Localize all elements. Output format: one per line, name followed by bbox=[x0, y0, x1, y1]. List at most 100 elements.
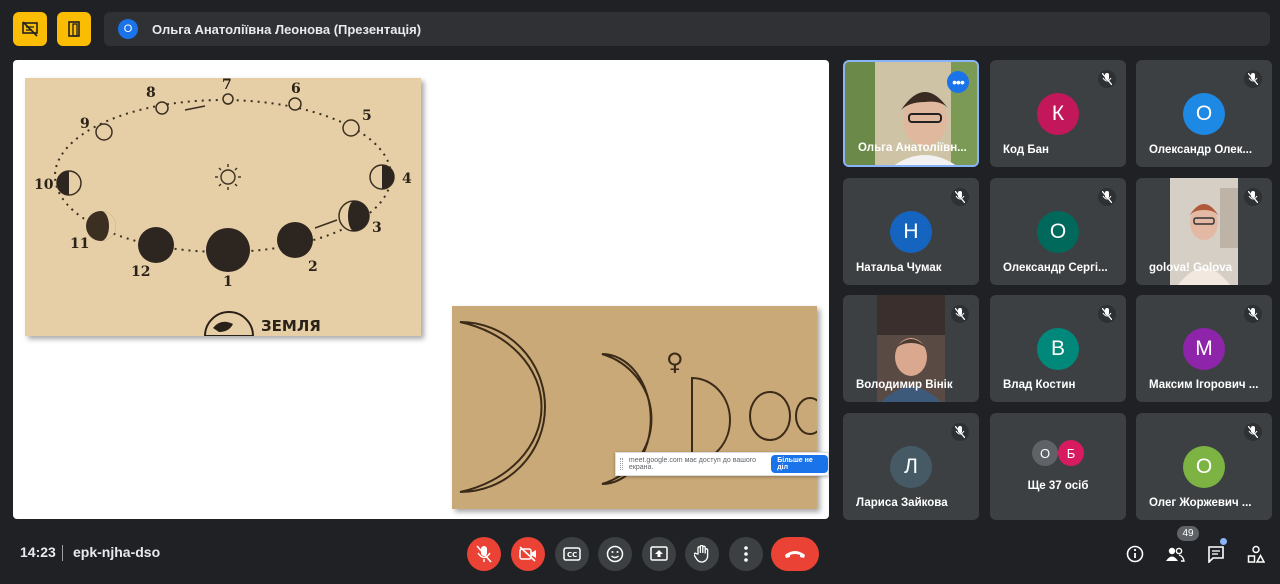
presenter-banner: О Ольга Анатоліївна Леонова (Презентація… bbox=[104, 12, 1270, 46]
chat-unread-dot bbox=[1220, 538, 1227, 545]
meeting-details-button[interactable] bbox=[1122, 541, 1148, 567]
mic-off-icon bbox=[1098, 70, 1116, 88]
mini-avatar: Б bbox=[1058, 440, 1084, 466]
captions-icon: CC bbox=[563, 547, 581, 561]
phase-label-10: 10 bbox=[34, 177, 54, 193]
earth-label: ЗЕМЛЯ bbox=[261, 317, 321, 335]
raise-hand-button[interactable] bbox=[685, 537, 719, 571]
mic-off-icon bbox=[951, 188, 969, 206]
participant-name: Лариса Зайкова bbox=[856, 497, 948, 509]
more-vert-icon bbox=[744, 546, 748, 562]
phase-label-12: 12 bbox=[131, 264, 150, 280]
mic-toggle-button[interactable] bbox=[467, 537, 501, 571]
venus-symbol: ♀ bbox=[666, 348, 684, 376]
participant-tile-vlad[interactable]: В Влад Костин bbox=[990, 295, 1126, 402]
share-notice-text: meet.google.com має доступ до вашого екр… bbox=[628, 457, 757, 471]
camera-off-icon bbox=[519, 546, 536, 562]
stop-sharing-button[interactable]: Більше не діл bbox=[771, 455, 828, 473]
phase-label-4: 4 bbox=[402, 171, 412, 187]
screen-share-notice: meet.google.com має доступ до вашого екр… bbox=[615, 452, 829, 476]
more-options-button[interactable] bbox=[729, 537, 763, 571]
participant-tile-golova[interactable]: golova! Golova bbox=[1136, 178, 1272, 285]
presenter-name: Ольга Анатоліївна Леонова (Презентація) bbox=[152, 21, 422, 37]
show-everyone-button[interactable] bbox=[1162, 541, 1188, 567]
participant-tile-more-people[interactable]: О Б Ще 37 осіб bbox=[990, 413, 1126, 520]
phase-label-1: 1 bbox=[223, 274, 233, 290]
participant-tile-volodymyr[interactable]: Володимир Вінік bbox=[843, 295, 979, 402]
participant-avatar: Л bbox=[890, 446, 932, 488]
people-count-badge: 49 bbox=[1177, 526, 1199, 541]
participant-name: Максим Ігорович ... bbox=[1149, 379, 1259, 391]
phase-label-5: 5 bbox=[362, 108, 372, 124]
participant-tile-oleksandr-olek[interactable]: О Олександр Олек... bbox=[1136, 60, 1272, 167]
chat-button[interactable] bbox=[1203, 541, 1229, 567]
phase-label-2: 2 bbox=[308, 259, 318, 275]
present-icon bbox=[650, 546, 668, 561]
presentation-stage: 1 2 3 4 5 6 7 8 9 10 11 12 ЗЕМЛЯ ♀ meet.… bbox=[13, 60, 829, 519]
drag-handle-icon[interactable] bbox=[620, 458, 623, 470]
mic-off-icon bbox=[1098, 188, 1116, 206]
participant-avatar: К bbox=[1037, 93, 1079, 135]
participant-avatar: Н bbox=[890, 211, 932, 253]
venus-phases-image: ♀ bbox=[452, 306, 817, 509]
participant-name: Олександр Сергі... bbox=[1003, 262, 1108, 274]
presentation-mode-button[interactable] bbox=[13, 12, 47, 46]
door-icon bbox=[68, 21, 80, 37]
phase-label-6: 6 bbox=[291, 81, 301, 97]
camera-toggle-button[interactable] bbox=[511, 537, 545, 571]
info-icon bbox=[1126, 545, 1144, 563]
participant-avatar: О bbox=[1183, 93, 1225, 135]
phase-label-11: 11 bbox=[70, 236, 89, 252]
moon-phases-image: 1 2 3 4 5 6 7 8 9 10 11 12 ЗЕМЛЯ bbox=[25, 77, 421, 337]
participant-tile-natalia[interactable]: Н Натальа Чумак bbox=[843, 178, 979, 285]
mic-off-icon bbox=[951, 423, 969, 441]
slides-off-icon bbox=[22, 21, 38, 37]
captions-button[interactable]: CC bbox=[555, 537, 589, 571]
sun-icon bbox=[215, 164, 241, 190]
participant-name: Володимир Вінік bbox=[856, 379, 953, 391]
phase-label-3: 3 bbox=[372, 220, 382, 236]
mic-off-icon bbox=[1244, 305, 1262, 323]
participant-name: Олег Жоржевич ... bbox=[1149, 497, 1252, 509]
mic-off-icon bbox=[1244, 188, 1262, 206]
hand-icon bbox=[694, 545, 709, 563]
activities-icon bbox=[1247, 545, 1265, 563]
mic-off-icon bbox=[1244, 70, 1262, 88]
phase-label-8: 8 bbox=[146, 85, 156, 101]
phone-hangup-icon bbox=[785, 551, 805, 558]
people-icon bbox=[1166, 547, 1185, 562]
participant-avatar: В bbox=[1037, 328, 1079, 370]
mini-avatar: О bbox=[1032, 440, 1058, 466]
phase-label-7: 7 bbox=[222, 78, 232, 93]
svg-text:CC: CC bbox=[567, 551, 577, 559]
mic-off-icon bbox=[1244, 423, 1262, 441]
leave-call-button[interactable] bbox=[771, 537, 819, 571]
earth-icon bbox=[203, 311, 255, 337]
participant-avatar: М bbox=[1183, 328, 1225, 370]
more-people-label: Ще 37 осіб bbox=[1027, 480, 1089, 492]
participant-name: golova! Golova bbox=[1149, 262, 1233, 274]
chat-icon bbox=[1208, 546, 1224, 563]
participant-tile-maksym[interactable]: М Максим Ігорович ... bbox=[1136, 295, 1272, 402]
participant-tile-oleksandr-serhii[interactable]: О Олександр Сергі... bbox=[990, 178, 1126, 285]
more-options-icon[interactable]: ••• bbox=[947, 71, 969, 93]
present-now-button[interactable] bbox=[642, 537, 676, 571]
participant-name: Влад Костин bbox=[1003, 379, 1076, 391]
divider bbox=[62, 545, 63, 561]
participant-name: Ольга Анатоліївн... bbox=[858, 142, 967, 154]
reactions-button[interactable] bbox=[598, 537, 632, 571]
participant-name: Код Бан bbox=[1003, 144, 1049, 156]
participant-name: Олександр Олек... bbox=[1149, 144, 1253, 156]
layout-button[interactable] bbox=[57, 12, 91, 46]
presenter-avatar: О bbox=[118, 19, 138, 39]
activities-button[interactable] bbox=[1243, 541, 1269, 567]
participant-tile-oleh[interactable]: О Олег Жоржевич ... bbox=[1136, 413, 1272, 520]
mic-off-icon bbox=[951, 305, 969, 323]
participant-tile-kod-ban[interactable]: К Код Бан bbox=[990, 60, 1126, 167]
phase-label-9: 9 bbox=[80, 116, 90, 132]
clock: 14:23 bbox=[20, 544, 56, 560]
participant-avatar: О bbox=[1037, 211, 1079, 253]
participant-tile-olha[interactable]: ••• Ольга Анатоліївн... bbox=[843, 60, 979, 167]
meeting-code: epk-njha-dso bbox=[73, 544, 161, 560]
participant-tile-larysa[interactable]: Л Лариса Зайкова bbox=[843, 413, 979, 520]
